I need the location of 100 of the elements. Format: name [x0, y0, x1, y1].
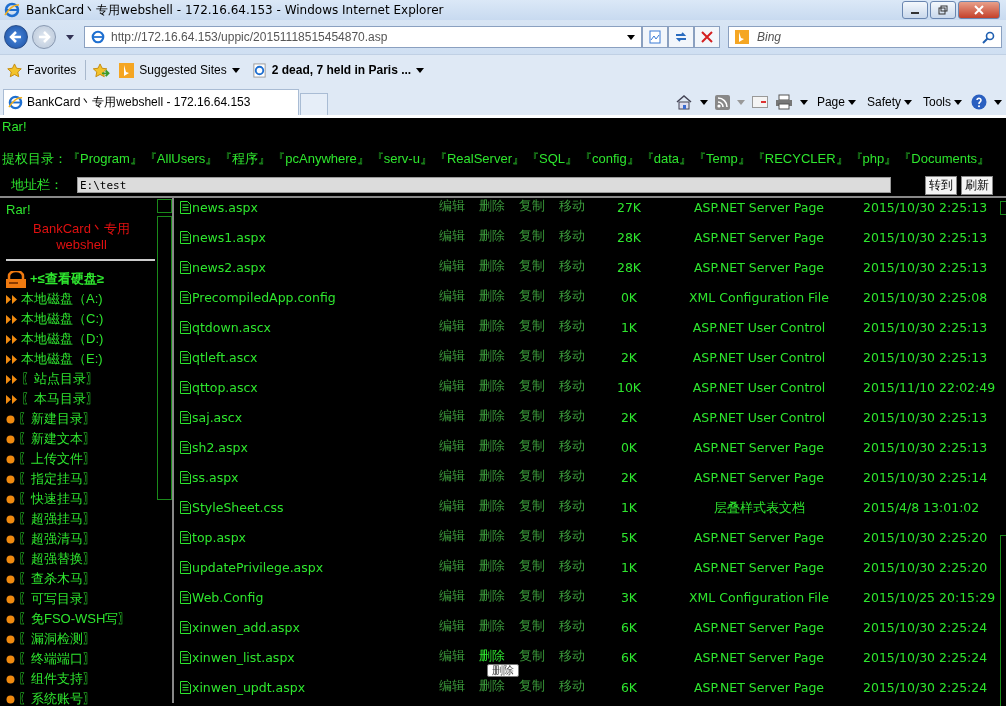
browser-tab[interactable]: BankCard丶专用webshell - 172.16.64.153	[3, 89, 299, 115]
file-action-link[interactable]: 编辑	[439, 678, 479, 695]
directory-link[interactable]: 『程序』	[219, 150, 272, 168]
file-action-link[interactable]: 删除	[479, 528, 519, 545]
restore-button[interactable]	[930, 1, 956, 19]
feed-icon[interactable]	[714, 94, 730, 110]
file-action-link[interactable]: 移动	[559, 588, 599, 605]
file-action-link[interactable]: 复制	[519, 558, 559, 575]
file-action-link[interactable]: 编辑	[439, 498, 479, 515]
file-action-link[interactable]: 移动	[559, 618, 599, 635]
favorites-button[interactable]: Favorites	[4, 62, 80, 78]
dropdown-caret-icon[interactable]	[994, 99, 1002, 105]
search-field[interactable]: Bing	[728, 26, 1002, 48]
file-action-link[interactable]: 编辑	[439, 378, 479, 395]
file-link[interactable]: news1.aspx	[180, 229, 439, 245]
file-action-link[interactable]: 移动	[559, 198, 599, 215]
file-action-link[interactable]: 删除	[479, 678, 519, 695]
file-action-link[interactable]: 复制	[519, 408, 559, 425]
file-action-link[interactable]: 编辑	[439, 228, 479, 245]
directory-link[interactable]: 『php』	[849, 150, 898, 168]
file-action-link[interactable]: 复制	[519, 288, 559, 305]
file-action-link[interactable]: 移动	[559, 528, 599, 545]
sidebar-link[interactable]: 〖超强替换〗	[18, 550, 96, 568]
file-action-link[interactable]: 复制	[519, 648, 559, 665]
file-action-link[interactable]: 移动	[559, 648, 599, 665]
file-action-link[interactable]: 复制	[519, 348, 559, 365]
dropdown-caret-icon[interactable]	[799, 99, 808, 105]
file-link[interactable]: PrecompiledApp.config	[180, 289, 439, 305]
file-action-link[interactable]: 复制	[519, 438, 559, 455]
drive-header[interactable]: +≤查看硬盘≥	[30, 270, 104, 288]
file-action-link[interactable]: 移动	[559, 468, 599, 485]
path-field[interactable]: E:\test	[77, 177, 891, 193]
file-action-link[interactable]: 复制	[519, 258, 559, 275]
directory-link[interactable]: 『Temp』	[693, 150, 751, 168]
file-action-link[interactable]: 编辑	[439, 408, 479, 425]
file-action-link[interactable]: 复制	[519, 618, 559, 635]
directory-link[interactable]: 『pcAnywhere』	[272, 150, 370, 168]
file-link[interactable]: news2.aspx	[180, 259, 439, 275]
file-action-link[interactable]: 删除	[479, 588, 519, 605]
file-action-link[interactable]: 复制	[519, 498, 559, 515]
file-action-link[interactable]: 移动	[559, 288, 599, 305]
file-link[interactable]: xinwen_updt.aspx	[180, 679, 439, 695]
file-link[interactable]: qttop.ascx	[180, 379, 439, 395]
page-button[interactable]: 刷新	[961, 175, 993, 195]
directory-link[interactable]: 『Program』	[67, 150, 143, 168]
mail-icon[interactable]	[751, 96, 768, 108]
directory-link[interactable]: 『RECYCLER』	[751, 150, 849, 168]
file-action-link[interactable]: 编辑	[439, 288, 479, 305]
file-action-link[interactable]: 编辑	[439, 648, 479, 665]
dropdown-caret-icon[interactable]	[66, 34, 74, 40]
file-action-link[interactable]: 编辑	[439, 348, 479, 365]
file-action-link[interactable]: 删除	[479, 408, 519, 425]
sidebar-link[interactable]: 〖超强清马〗	[18, 530, 96, 548]
sidebar-link[interactable]: 〖系统账号〗	[18, 690, 96, 706]
file-link[interactable]: xinwen_list.aspx	[180, 649, 439, 665]
sidebar-link[interactable]: 〖超强挂马〗	[18, 510, 96, 528]
address-field[interactable]: http://172.16.64.153/uppic/20151118515454870.asp	[84, 26, 642, 48]
file-action-link[interactable]: 删除	[479, 618, 519, 635]
command-menu[interactable]: Page	[814, 95, 858, 109]
sidebar-link[interactable]: 〖可写目录〗	[18, 590, 96, 608]
home-icon[interactable]	[674, 94, 693, 110]
file-action-link[interactable]: 复制	[519, 318, 559, 335]
file-action-link[interactable]: 删除	[479, 288, 519, 305]
file-action-link[interactable]: 移动	[559, 408, 599, 425]
file-action-link[interactable]: 移动	[559, 258, 599, 275]
directory-link[interactable]: 『AllUsers』	[143, 150, 219, 168]
page-button[interactable]: 转到	[925, 175, 957, 195]
stop-button[interactable]	[694, 26, 720, 48]
file-action-link[interactable]: 编辑	[439, 468, 479, 485]
sidebar-link[interactable]: 本地磁盘（C:)	[21, 310, 104, 328]
file-action-link[interactable]: 删除	[479, 438, 519, 455]
file-link[interactable]: Web.Config	[180, 589, 439, 605]
directory-link[interactable]: 『data』	[640, 150, 692, 168]
help-icon[interactable]	[971, 94, 987, 110]
file-link[interactable]: sh2.aspx	[180, 439, 439, 455]
file-action-link[interactable]: 删除	[479, 258, 519, 275]
favorites-link[interactable]: Suggested Sites	[116, 62, 243, 78]
favorites-link[interactable]: 2 dead, 7 held in Paris ...	[248, 62, 428, 78]
file-action-link[interactable]: 删除	[479, 348, 519, 365]
file-action-link[interactable]: 删除	[479, 378, 519, 395]
sidebar-link[interactable]: 本地磁盘（A:)	[21, 290, 103, 308]
directory-link[interactable]: 『serv-u』	[370, 150, 433, 168]
file-action-link[interactable]: 删除	[479, 498, 519, 515]
file-link[interactable]: StyleSheet.css	[180, 499, 439, 515]
file-action-link[interactable]: 复制	[519, 468, 559, 485]
directory-link[interactable]: 『RealServer』	[433, 150, 525, 168]
file-action-link[interactable]: 编辑	[439, 198, 479, 215]
file-action-link[interactable]: 编辑	[439, 258, 479, 275]
back-button[interactable]	[4, 25, 28, 49]
minimize-button[interactable]	[902, 1, 928, 19]
file-action-link[interactable]: 复制	[519, 198, 559, 215]
file-action-link[interactable]: 删除	[479, 468, 519, 485]
sidebar-link[interactable]: 〖上传文件〗	[18, 450, 96, 468]
sidebar-link[interactable]: 〖免FSO-WSH写〗	[18, 610, 132, 628]
add-favorite-icon[interactable]	[92, 62, 111, 78]
file-action-link[interactable]: 移动	[559, 378, 599, 395]
sidebar-link[interactable]: 〖站点目录〗	[21, 370, 99, 388]
file-link[interactable]: news.aspx	[180, 199, 439, 215]
sidebar-link[interactable]: 〖查杀木马〗	[18, 570, 96, 588]
file-action-link[interactable]: 编辑	[439, 528, 479, 545]
